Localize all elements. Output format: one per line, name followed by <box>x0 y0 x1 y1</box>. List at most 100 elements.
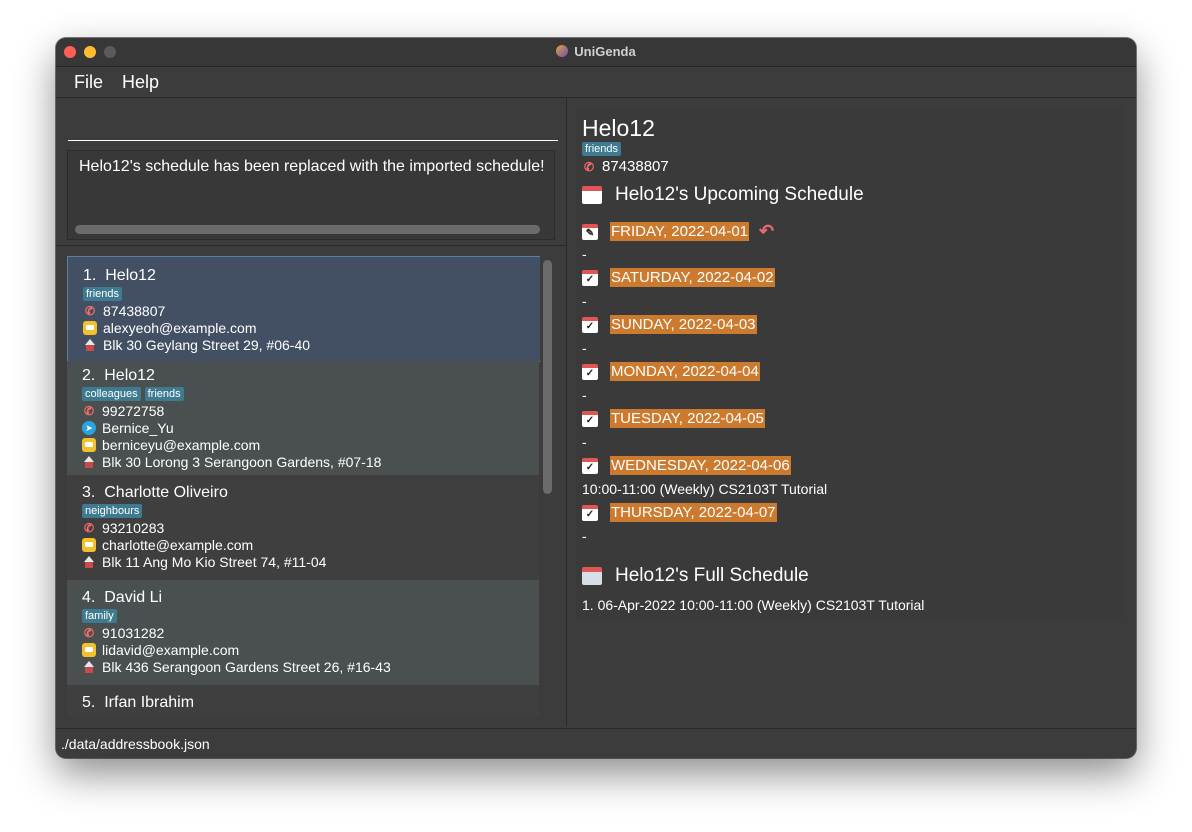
day-entry: - <box>582 293 587 309</box>
day-label: WEDNESDAY, 2022-04-06 <box>610 456 791 475</box>
upcoming-schedule-title: Helo12's Upcoming Schedule <box>582 184 864 206</box>
result-horizontal-scrollbar[interactable] <box>75 225 540 234</box>
day-label: SUNDAY, 2022-04-03 <box>610 315 757 334</box>
day-label: SATURDAY, 2022-04-02 <box>610 268 775 287</box>
person-phone: 93210283 <box>102 520 165 536</box>
person-address: Blk 11 Ang Mo Kio Street 74, #11-04 <box>102 554 327 570</box>
day-row: ✎ FRIDAY, 2022-04-01 ↶ <box>582 221 774 242</box>
person-email: charlotte@example.com <box>102 537 254 553</box>
divider <box>56 245 566 246</box>
tag: friends <box>83 287 123 301</box>
detail-phone-row: ✆ 87438807 <box>582 158 669 175</box>
day-row: ✓ SATURDAY, 2022-04-02 <box>582 268 775 287</box>
email-row: charlotte@example.com <box>82 537 253 553</box>
calendar-clock-icon <box>582 186 602 204</box>
window-title-text: UniGenda <box>574 44 636 59</box>
undo-arrow-icon: ↶ <box>759 221 775 241</box>
day-row: ✓ SUNDAY, 2022-04-03 <box>582 315 757 334</box>
address-icon <box>82 455 96 469</box>
address-icon <box>83 338 97 352</box>
email-row: berniceyu@example.com <box>82 437 260 453</box>
person-address: Blk 30 Geylang Street 29, #06-40 <box>103 337 311 353</box>
calendar-check-icon: ✓ <box>582 410 598 427</box>
person-detail-panel: Helo12 friends ✆ 87438807 Helo12's Upcomi… <box>576 107 1124 619</box>
person-name: 5. Irfan Ibrahim <box>82 694 195 711</box>
detail-tags: friends <box>582 142 622 156</box>
result-display: Helo12's schedule has been replaced with… <box>67 150 555 240</box>
day-entry: - <box>582 246 587 262</box>
day-row: ✓ MONDAY, 2022-04-04 <box>582 362 760 381</box>
scrollbar-thumb[interactable] <box>543 260 552 494</box>
person-name: 2. Helo12 <box>82 367 155 384</box>
full-schedule-entry: 1. 06-Apr-2022 10:00-11:00 (Weekly) CS21… <box>582 597 925 613</box>
day-entry: - <box>582 340 587 356</box>
address-row: Blk 436 Serangoon Gardens Street 26, #16… <box>82 659 391 675</box>
phone-icon: ✆ <box>83 626 95 640</box>
day-row: ✓ TUESDAY, 2022-04-05 <box>582 409 765 428</box>
address-row: Blk 30 Geylang Street 29, #06-40 <box>83 337 310 353</box>
result-message: Helo12's schedule has been replaced with… <box>79 158 545 175</box>
tag: family <box>82 609 117 623</box>
full-schedule-title: Helo12's Full Schedule <box>582 565 809 587</box>
phone-row: ✆ 87438807 <box>83 303 165 319</box>
day-entry: - <box>582 387 587 403</box>
window-title: UniGenda <box>56 44 1136 59</box>
address-icon <box>82 660 96 674</box>
person-card[interactable]: 5. Irfan Ibrahim <box>67 685 539 717</box>
person-tags: colleagues friends <box>82 387 184 401</box>
calendar-check-icon: ✓ <box>582 269 598 286</box>
person-address: Blk 30 Lorong 3 Serangoon Gardens, #07-1… <box>102 454 382 470</box>
person-telegram: Bernice_Yu <box>102 420 174 436</box>
day-row: ✓ WEDNESDAY, 2022-04-06 <box>582 456 791 475</box>
person-list-scrollbar[interactable] <box>540 256 554 717</box>
person-email: berniceyu@example.com <box>102 437 261 453</box>
menu-bar: File Help <box>56 67 1136 98</box>
person-card[interactable]: 4. David Li family ✆ 91031282 lidavid@exa… <box>67 580 539 685</box>
tag: friends <box>582 142 622 156</box>
day-entry: - <box>582 528 587 544</box>
detail-phone: 87438807 <box>602 158 669 175</box>
address-icon <box>82 555 96 569</box>
person-card[interactable]: 1. Helo12 friends ✆ 87438807 alexyeoh@exa… <box>67 256 540 362</box>
person-tags: family <box>82 609 117 623</box>
command-input[interactable] <box>68 116 558 141</box>
person-name: 4. David Li <box>82 589 163 606</box>
tag: neighbours <box>82 504 143 518</box>
day-label: FRIDAY, 2022-04-01 <box>610 222 750 241</box>
day-label: THURSDAY, 2022-04-07 <box>610 503 777 522</box>
day-entry: - <box>582 434 587 450</box>
phone-icon: ✆ <box>583 159 595 174</box>
phone-row: ✆ 93210283 <box>82 520 164 536</box>
person-name: 3. Charlotte Oliveiro <box>82 484 228 501</box>
person-phone: 91031282 <box>102 625 165 641</box>
person-address: Blk 436 Serangoon Gardens Street 26, #16… <box>102 659 391 675</box>
email-icon <box>83 321 97 335</box>
save-location: ./data/addressbook.json <box>61 736 210 752</box>
email-icon <box>82 643 96 657</box>
calendar-check-icon: ✓ <box>582 316 598 333</box>
phone-row: ✆ 99272758 <box>82 403 164 419</box>
person-card[interactable]: 2. Helo12 colleagues friends ✆ 99272758 ➤… <box>67 361 539 475</box>
calendar-check-icon: ✓ <box>582 504 598 521</box>
phone-icon: ✆ <box>83 404 95 418</box>
email-row: lidavid@example.com <box>82 642 239 658</box>
left-pane: Helo12's schedule has been replaced with… <box>56 98 567 726</box>
calendar-check-icon: ✓ <box>582 363 598 380</box>
person-name: 1. Helo12 <box>83 267 156 284</box>
person-card[interactable]: 3. Charlotte Oliveiro neighbours ✆ 932102… <box>67 475 539 580</box>
telegram-icon: ➤ <box>82 421 96 435</box>
address-row: Blk 11 Ang Mo Kio Street 74, #11-04 <box>82 554 326 570</box>
day-label: MONDAY, 2022-04-04 <box>610 362 760 381</box>
person-email: lidavid@example.com <box>102 642 240 658</box>
person-email: alexyeoh@example.com <box>103 320 257 336</box>
day-row: ✓ THURSDAY, 2022-04-07 <box>582 503 777 522</box>
phone-icon: ✆ <box>83 521 95 535</box>
tag: colleagues <box>82 387 141 401</box>
detail-name: Helo12 <box>582 115 655 141</box>
person-list: 1. Helo12 friends ✆ 87438807 alexyeoh@exa… <box>66 256 540 717</box>
tag: friends <box>144 387 184 401</box>
address-row: Blk 30 Lorong 3 Serangoon Gardens, #07-1… <box>82 454 381 470</box>
person-tags: friends <box>83 287 123 301</box>
menu-file[interactable]: File <box>74 72 103 93</box>
menu-help[interactable]: Help <box>122 72 159 93</box>
